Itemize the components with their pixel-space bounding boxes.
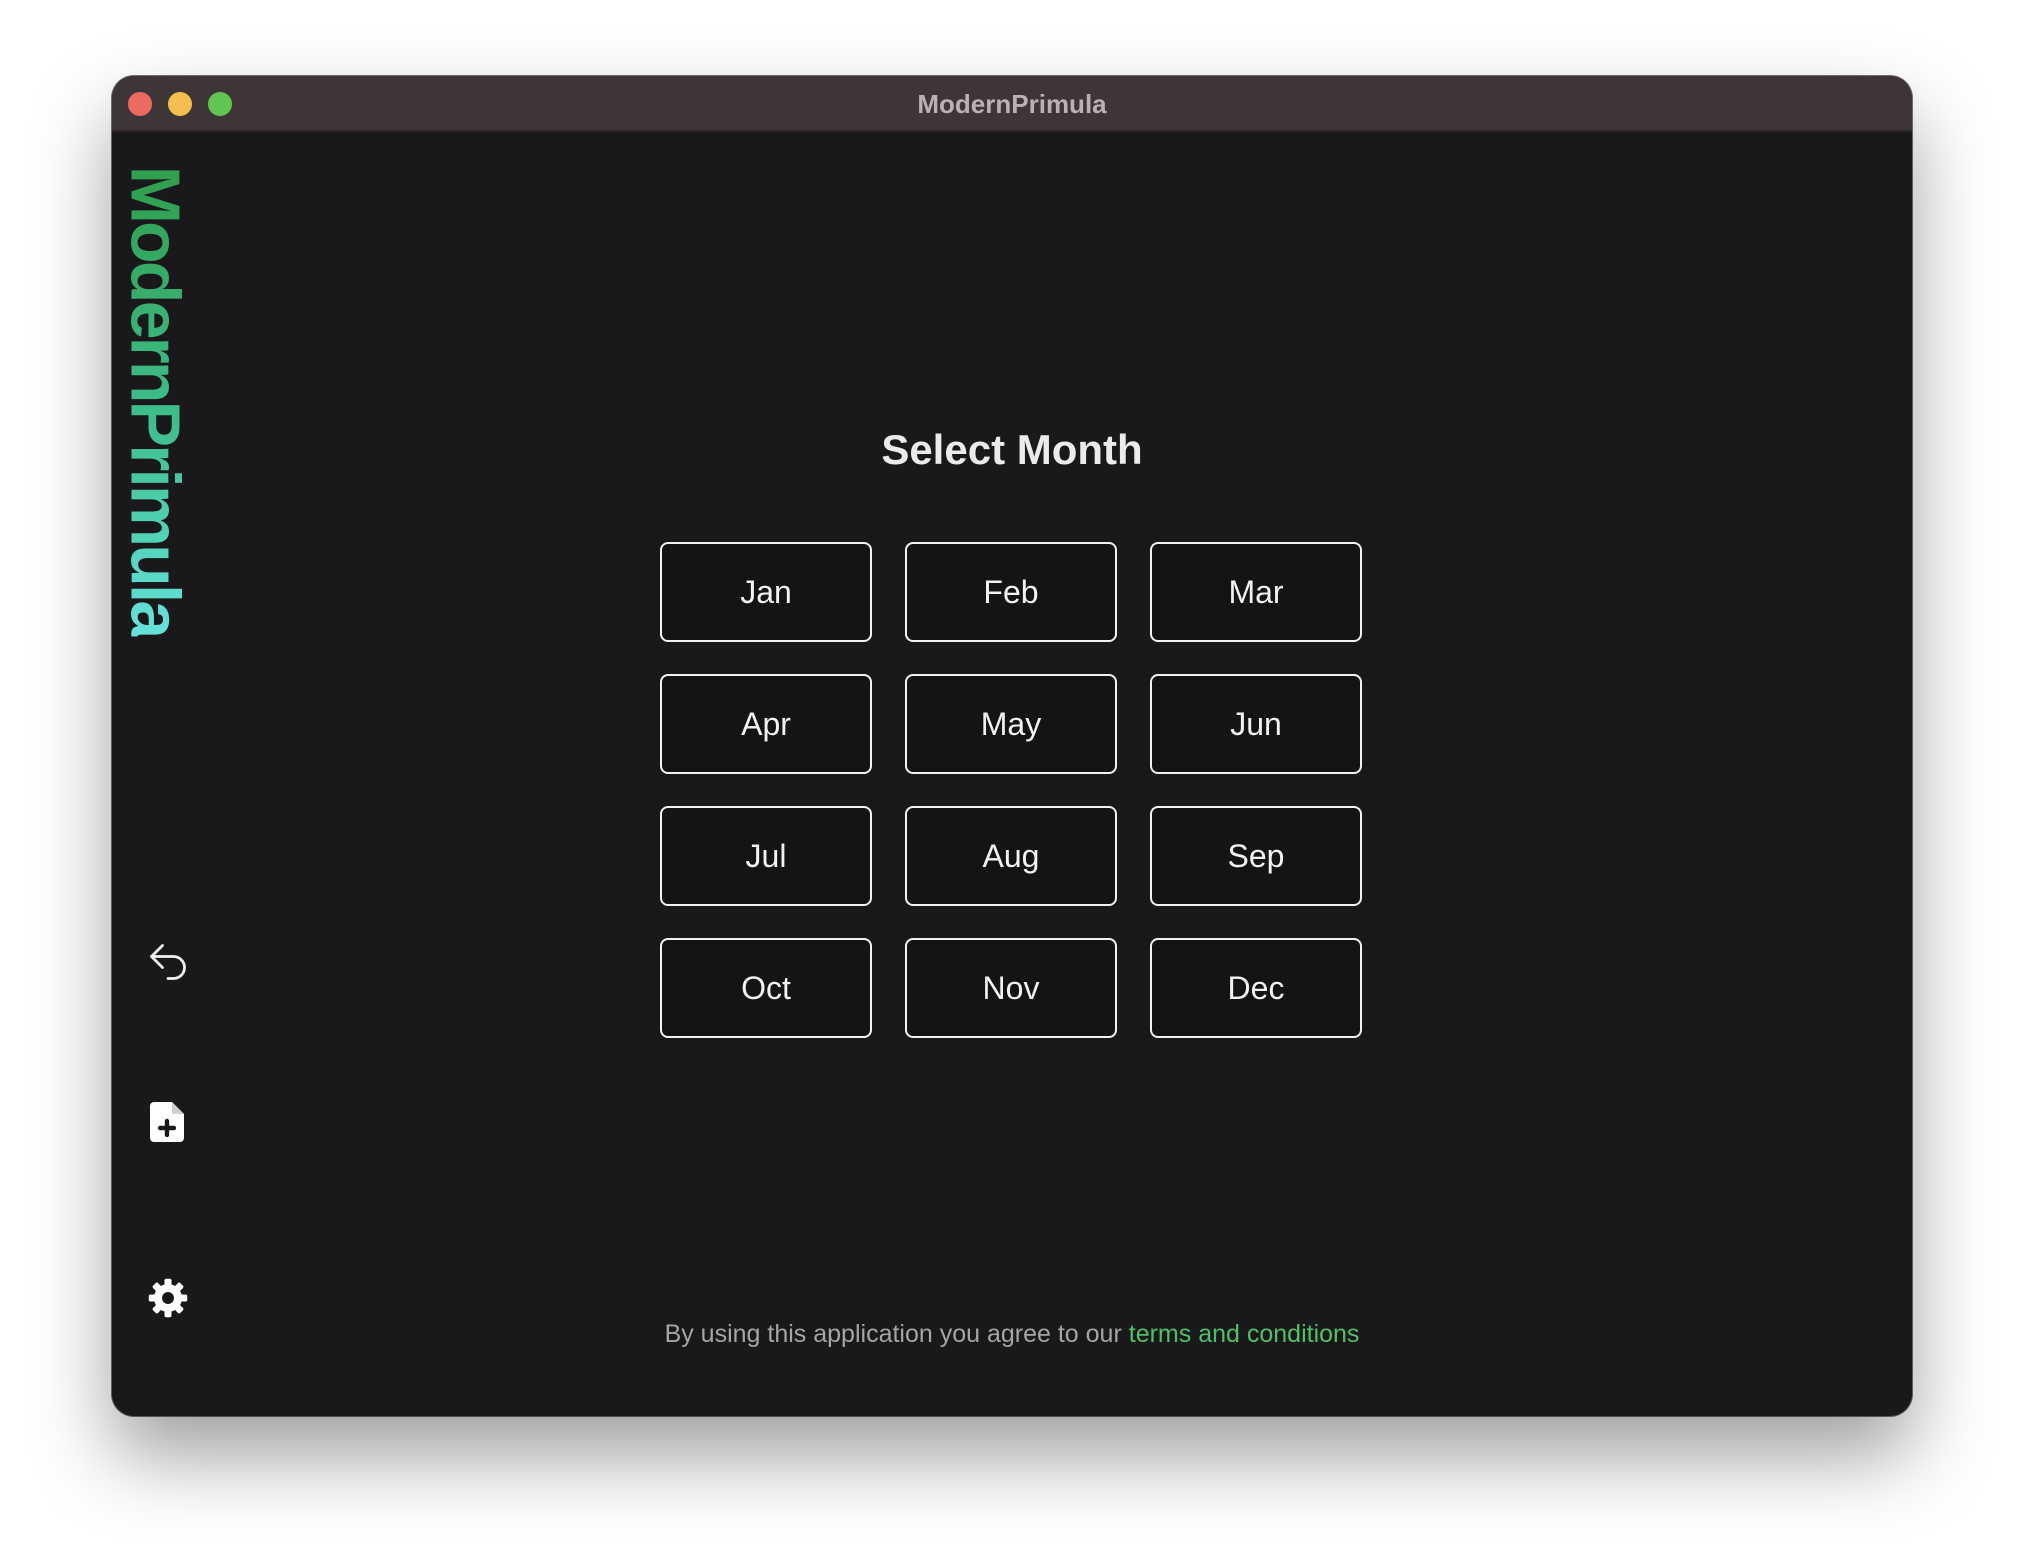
page-title: Select Month (881, 426, 1143, 473)
app-window: ModernPrimula ModernPrimula Select Month… (112, 76, 1912, 1416)
terms-link[interactable]: terms and conditions (1129, 1320, 1360, 1348)
month-button-mar[interactable]: Mar (1150, 542, 1362, 642)
month-button-sep[interactable]: Sep (1150, 806, 1362, 906)
undo-button[interactable] (142, 936, 194, 988)
month-button-jun[interactable]: Jun (1150, 674, 1362, 774)
month-button-feb[interactable]: Feb (905, 542, 1117, 642)
terms-notice-text: By using this application you agree to o… (664, 1320, 1129, 1348)
month-button-nov[interactable]: Nov (905, 938, 1117, 1038)
month-button-may[interactable]: May (905, 674, 1117, 774)
title-bar: ModernPrimula (112, 76, 1912, 132)
month-button-aug[interactable]: Aug (905, 806, 1117, 906)
sidebar-logo: ModernPrimula (116, 166, 194, 637)
month-button-dec[interactable]: Dec (1150, 938, 1362, 1038)
month-button-oct[interactable]: Oct (660, 938, 872, 1038)
gear-icon (148, 1278, 188, 1318)
logo-text: ModernPrimula (116, 165, 194, 637)
month-button-jul[interactable]: Jul (660, 806, 872, 906)
month-button-apr[interactable]: Apr (660, 674, 872, 774)
window-title: ModernPrimula (917, 89, 1107, 119)
undo-icon (150, 944, 186, 980)
month-grid: Jan Feb Mar Apr May Jun Jul Aug Sep Oct … (660, 542, 1362, 1038)
file-plus-icon (150, 1102, 184, 1142)
terms-notice: By using this application you agree to o… (112, 1320, 1912, 1349)
main-content: ModernPrimula Select Month Jan Feb Mar A… (112, 134, 1912, 1416)
month-button-jan[interactable]: Jan (660, 542, 872, 642)
new-file-button[interactable] (142, 1096, 194, 1148)
settings-button[interactable] (142, 1272, 194, 1324)
